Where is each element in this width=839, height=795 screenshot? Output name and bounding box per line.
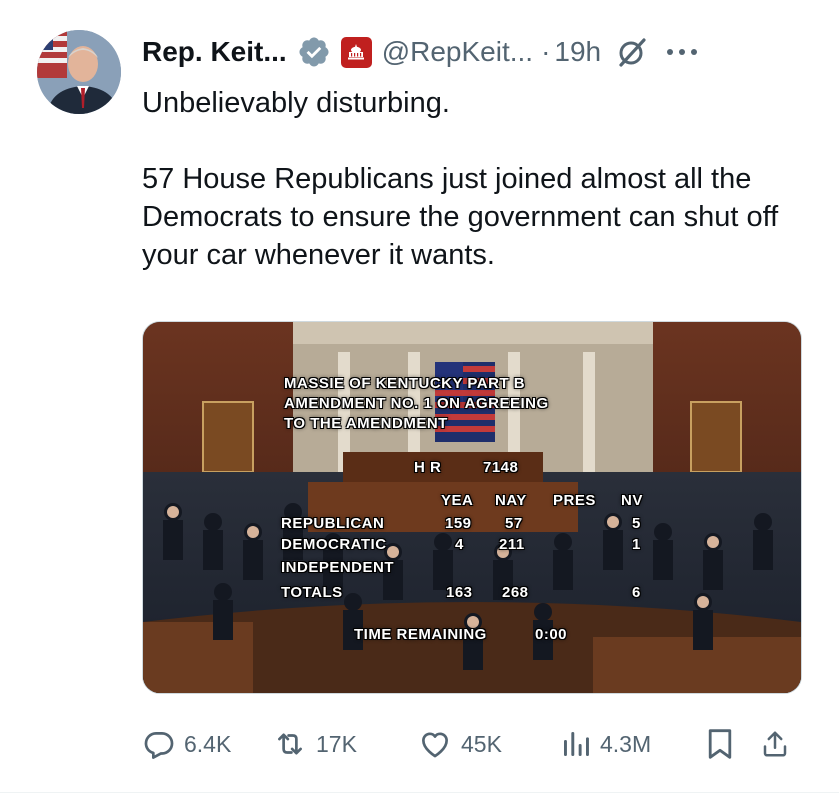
vote-title-line-2: AMENDMENT NO. 1 ON AGREEING bbox=[284, 395, 549, 412]
row-totals-nv: 6 bbox=[632, 584, 641, 601]
row-totals-party: TOTALS bbox=[281, 584, 343, 601]
vote-title-line-1: MASSIE OF KENTUCKY PART B bbox=[284, 375, 526, 392]
post-text-line-2: 57 House Republicans just joined almost … bbox=[142, 163, 779, 271]
reply-count: 6.4K bbox=[184, 730, 232, 757]
share-button[interactable] bbox=[760, 722, 790, 766]
views-button[interactable]: 4.3M bbox=[560, 722, 651, 766]
row-democratic-nv: 1 bbox=[632, 536, 641, 553]
reply-button[interactable]: 6.4K bbox=[142, 722, 231, 766]
row-totals-yea: 163 bbox=[446, 584, 473, 601]
timestamp[interactable]: 19h bbox=[554, 36, 601, 68]
views-count: 4.3M bbox=[600, 730, 652, 757]
bookmark-button[interactable] bbox=[706, 722, 734, 766]
share-icon bbox=[763, 731, 787, 757]
vote-title-line-3: TO THE AMENDMENT bbox=[284, 415, 448, 432]
like-count: 45K bbox=[461, 730, 502, 757]
action-bar: 6.4K 17K 45K 4.3M bbox=[142, 722, 802, 766]
avatar[interactable] bbox=[37, 30, 121, 114]
row-republican-yea: 159 bbox=[445, 515, 472, 532]
post-text-line-1: Unbelievably disturbing. bbox=[142, 87, 450, 119]
reply-icon bbox=[144, 732, 174, 759]
verified-badge-icon[interactable] bbox=[297, 35, 331, 69]
row-independent-party: INDEPENDENT bbox=[281, 559, 395, 576]
post-media[interactable]: MASSIE OF KENTUCKY PART B AMENDMENT NO. … bbox=[142, 321, 802, 694]
bottom-divider bbox=[0, 792, 839, 793]
bill-number: 7148 bbox=[483, 459, 519, 476]
col-yea: YEA bbox=[441, 492, 474, 509]
post-header: Rep. Keit... @RepKeit... · 19h bbox=[142, 30, 809, 74]
avatar-image bbox=[37, 30, 121, 114]
capitol-icon[interactable] bbox=[340, 36, 372, 68]
like-button[interactable]: 45K bbox=[417, 722, 502, 766]
row-republican-party: REPUBLICAN bbox=[281, 515, 385, 532]
row-republican-nay: 57 bbox=[505, 515, 523, 532]
post-text: Unbelievably disturbing. 57 House Republ… bbox=[142, 84, 822, 274]
display-name[interactable]: Rep. Keit... bbox=[142, 36, 287, 68]
col-nv: NV bbox=[621, 492, 643, 509]
col-pres: PRES bbox=[553, 492, 596, 509]
row-republican-nv: 5 bbox=[632, 515, 641, 532]
row-totals-nay: 268 bbox=[502, 584, 529, 601]
bookmark-icon bbox=[708, 729, 732, 759]
grok-icon[interactable] bbox=[615, 35, 649, 69]
time-remaining-label: TIME REMAINING bbox=[354, 626, 487, 643]
row-democratic-party: DEMOCRATIC bbox=[281, 536, 387, 553]
more-icon[interactable] bbox=[667, 46, 701, 58]
col-nay: NAY bbox=[495, 492, 527, 509]
handle[interactable]: @RepKeit... bbox=[382, 36, 533, 68]
bill-label: H R bbox=[414, 459, 442, 476]
views-icon bbox=[564, 732, 589, 756]
repost-button[interactable]: 17K bbox=[272, 722, 357, 766]
repost-count: 17K bbox=[316, 730, 357, 757]
row-democratic-nay: 211 bbox=[499, 536, 525, 553]
separator-dot: · bbox=[541, 36, 551, 67]
repost-icon bbox=[278, 733, 302, 755]
row-democratic-yea: 4 bbox=[455, 536, 464, 553]
time-remaining-value: 0:00 bbox=[535, 626, 568, 643]
like-icon bbox=[422, 732, 448, 758]
